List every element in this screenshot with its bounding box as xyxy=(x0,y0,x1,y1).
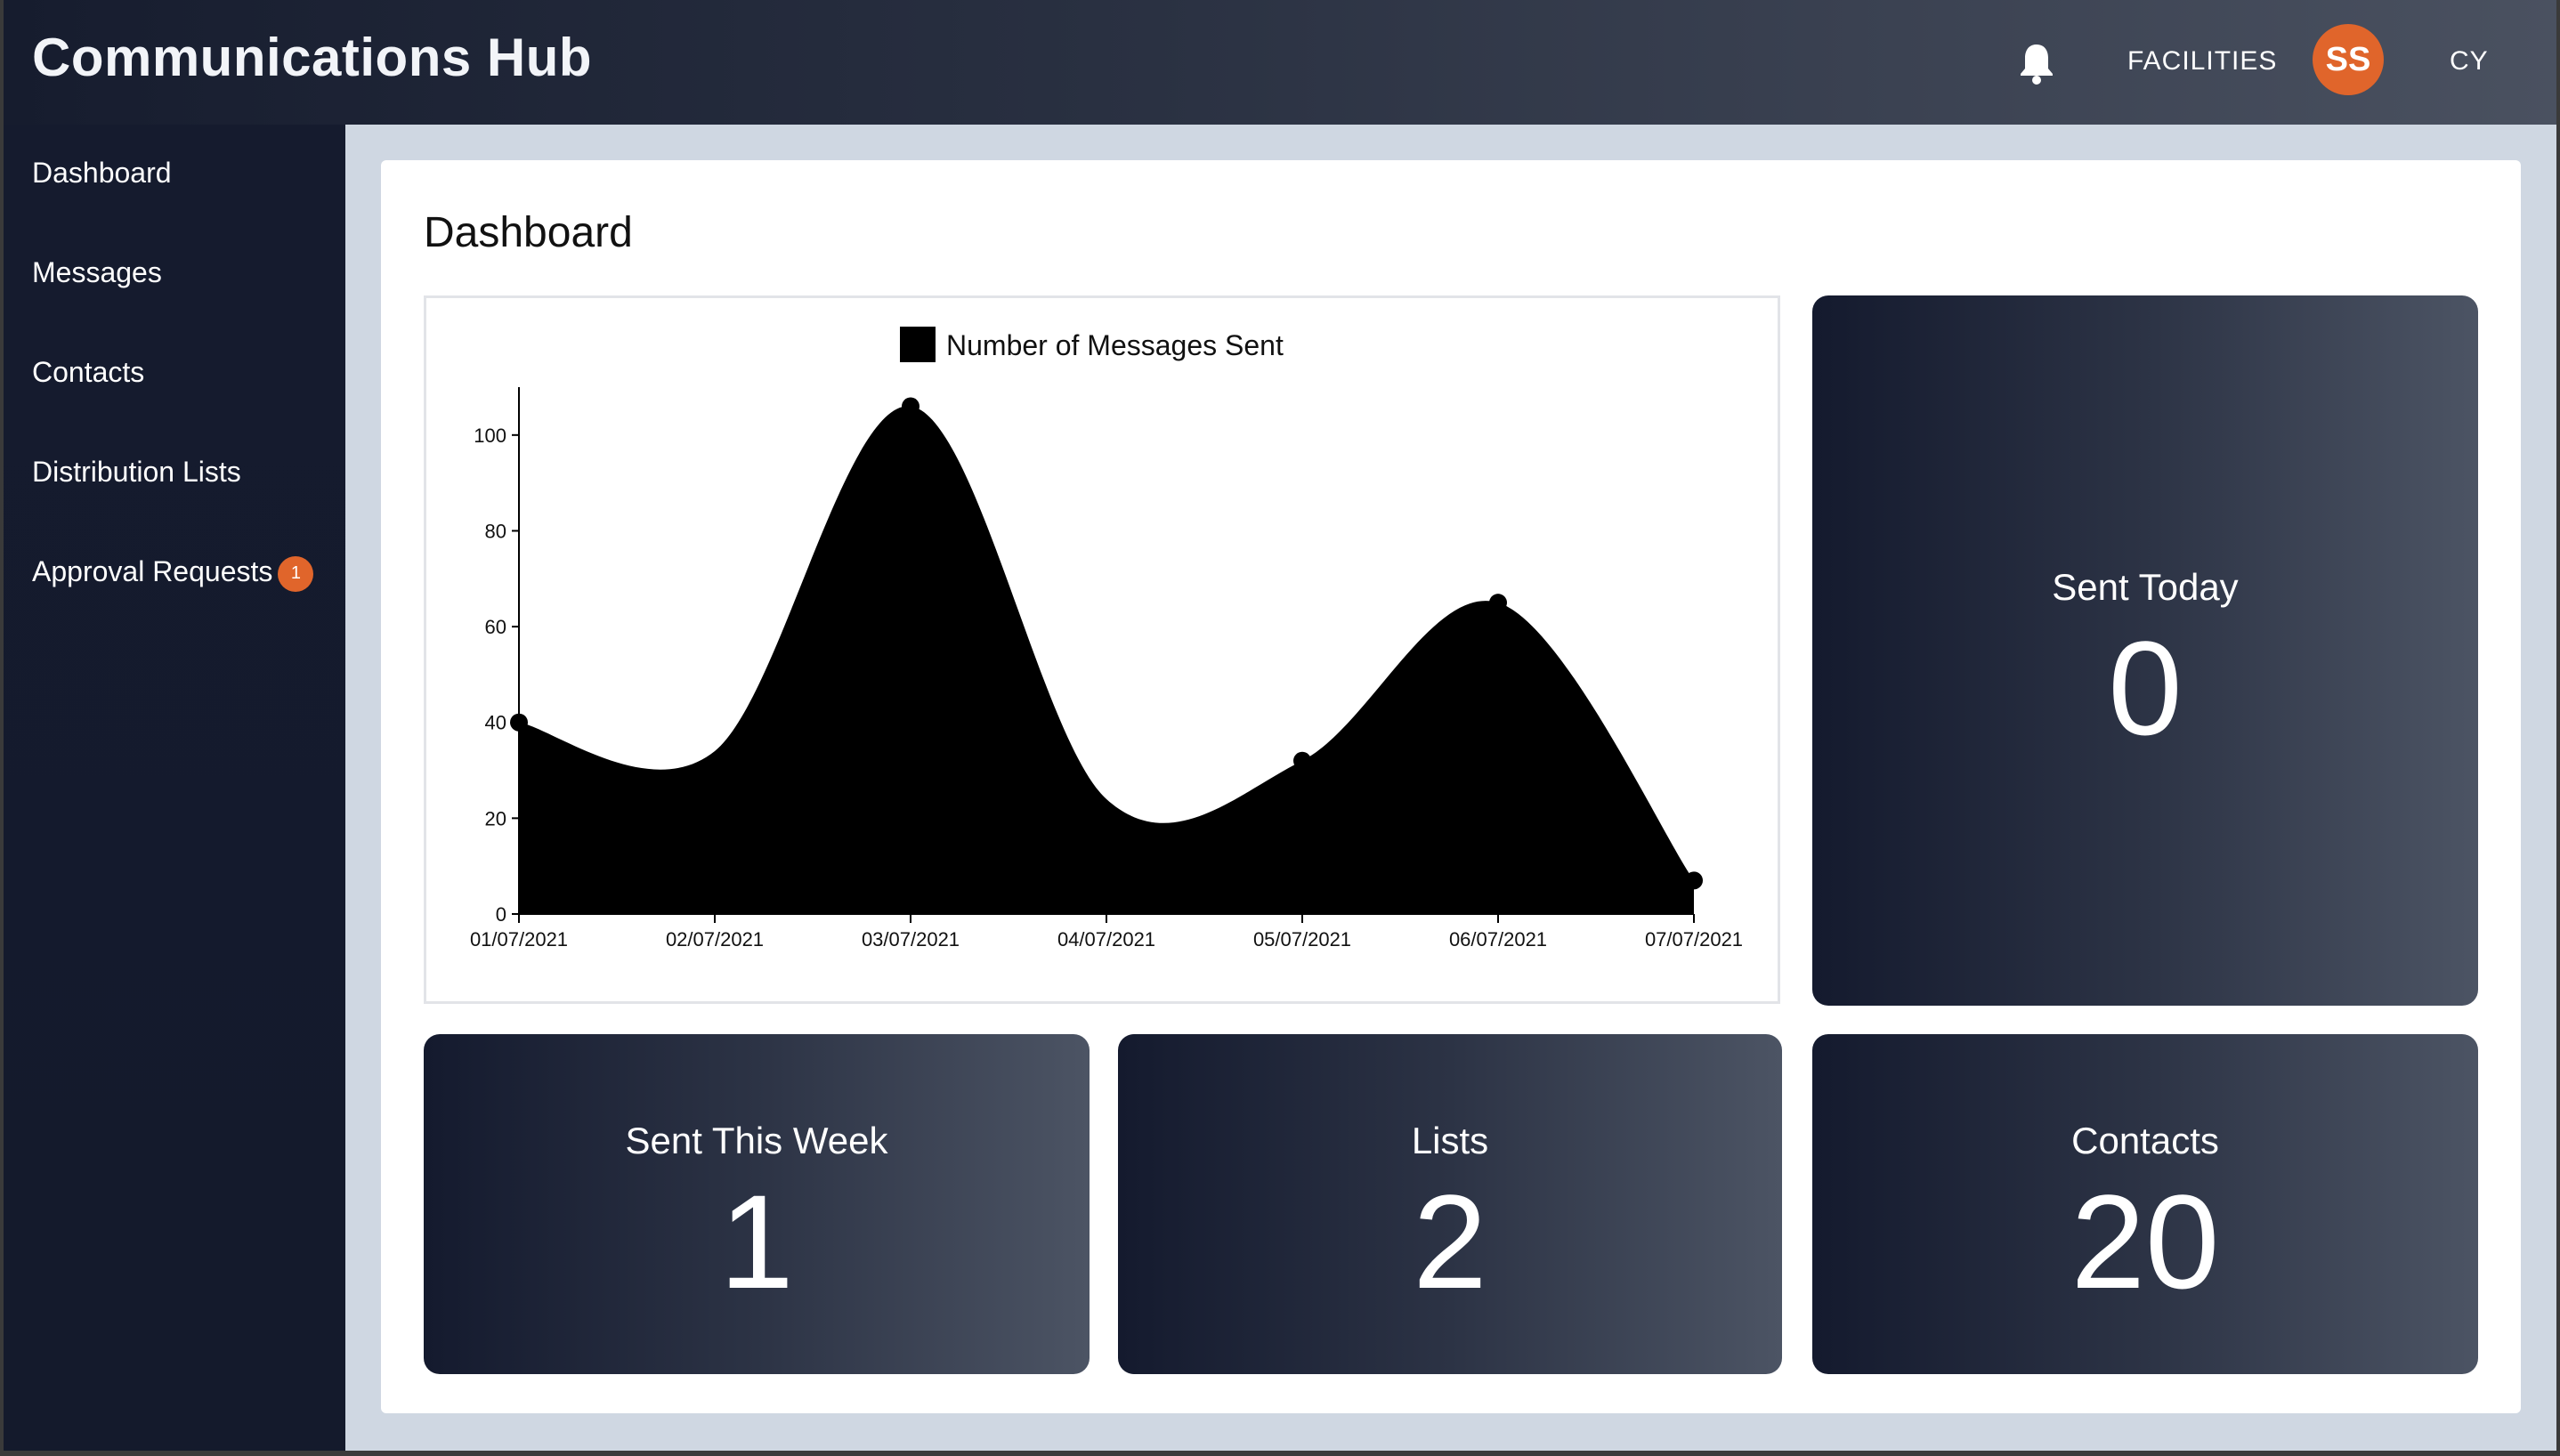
sent-today-tile: Sent Today 0 xyxy=(1812,295,2478,1006)
page-title: Dashboard xyxy=(424,209,633,256)
sidebar-item-dashboard[interactable]: Dashboard xyxy=(32,157,172,190)
contacts-label: Contacts xyxy=(2071,1120,2219,1161)
contacts-tile: Contacts 20 xyxy=(1812,1034,2478,1374)
x-tick-label: 05/07/2021 xyxy=(1253,928,1351,950)
y-tick-label: 80 xyxy=(485,520,506,542)
app-window: Communications Hub FACILITIES SS CY Dash… xyxy=(4,0,2556,1451)
facilities-menu[interactable]: FACILITIES xyxy=(2127,46,2277,77)
messages-chart: Number of Messages Sent 0 20 40 60 80 100 01/07… xyxy=(424,295,1780,1004)
x-tick-label: 02/07/2021 xyxy=(666,928,764,950)
y-tick-label: 20 xyxy=(485,807,506,829)
sidebar-item-contacts[interactable]: Contacts xyxy=(32,356,144,389)
x-tick-label: 03/07/2021 xyxy=(862,928,960,950)
sidebar-item-label: Messages xyxy=(32,256,162,288)
sidebar-item-distribution-lists[interactable]: Distribution Lists xyxy=(32,456,241,489)
x-tick-label: 01/07/2021 xyxy=(470,928,568,950)
lists-label: Lists xyxy=(1411,1120,1489,1161)
sent-this-week-label: Sent This Week xyxy=(625,1120,888,1161)
sent-this-week-value: 1 xyxy=(719,1167,794,1316)
legend-label: Number of Messages Sent xyxy=(946,329,1284,361)
y-tick-label: 100 xyxy=(474,425,506,447)
x-tick-label: 06/07/2021 xyxy=(1449,928,1547,950)
data-point xyxy=(902,397,919,416)
data-point xyxy=(1685,871,1703,890)
data-point xyxy=(1293,751,1311,770)
y-tick-label: 0 xyxy=(496,903,506,926)
data-point xyxy=(510,713,528,732)
bell-icon[interactable] xyxy=(2017,41,2056,85)
legend-swatch xyxy=(900,327,936,362)
contacts-value: 20 xyxy=(2070,1167,2220,1316)
messages-chart-svg: Number of Messages Sent 0 20 40 60 80 100 01/07… xyxy=(470,327,1743,950)
lists-tile: Lists 2 xyxy=(1118,1034,1782,1374)
sidebar-item-label: Dashboard xyxy=(32,157,172,189)
approval-count-badge: 1 xyxy=(278,555,314,592)
app-title: Communications Hub xyxy=(32,28,593,87)
language-toggle[interactable]: CY xyxy=(2450,46,2489,77)
y-tick-label: 40 xyxy=(485,712,506,734)
sent-this-week-tile: Sent This Week 1 xyxy=(424,1034,1090,1374)
sidebar: Dashboard Messages Contacts Distribution… xyxy=(4,125,345,1451)
data-point xyxy=(1489,594,1507,612)
sidebar-item-label: Distribution Lists xyxy=(32,456,241,488)
sent-today-label: Sent Today xyxy=(2052,566,2239,608)
sidebar-item-label: Approval Requests xyxy=(32,555,273,587)
sent-today-value: 0 xyxy=(2108,613,2183,763)
sidebar-item-label: Contacts xyxy=(32,356,145,388)
sidebar-item-approval-requests[interactable]: Approval Requests 1 xyxy=(32,555,314,592)
top-bar: Communications Hub FACILITIES SS CY xyxy=(4,0,2556,125)
x-tick-label: 07/07/2021 xyxy=(1645,928,1743,950)
lists-value: 2 xyxy=(1413,1167,1487,1316)
sidebar-item-messages[interactable]: Messages xyxy=(32,256,162,289)
avatar[interactable]: SS xyxy=(2313,24,2384,95)
series-area xyxy=(519,406,1694,915)
y-tick-label: 60 xyxy=(485,616,506,638)
x-tick-label: 04/07/2021 xyxy=(1057,928,1155,950)
